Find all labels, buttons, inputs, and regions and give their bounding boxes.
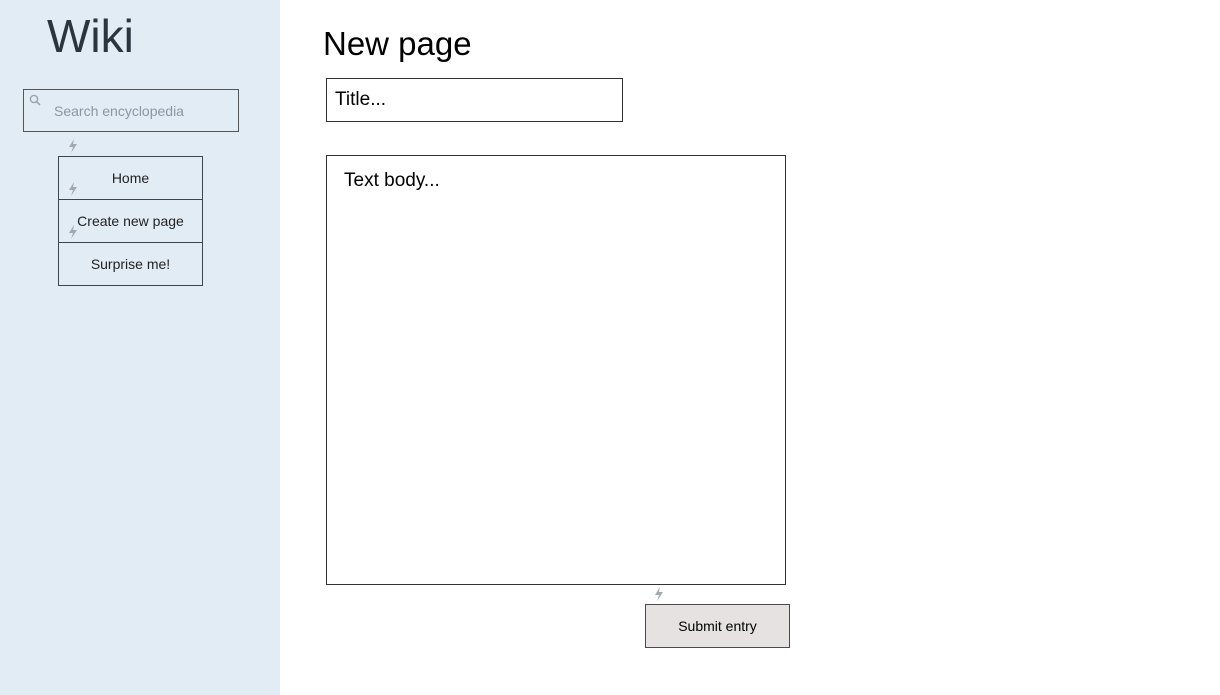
- bolt-icon: [69, 139, 77, 153]
- bolt-icon: [69, 182, 77, 196]
- sidebar-item-create-new-page[interactable]: Create new page: [58, 199, 203, 243]
- bolt-icon: [69, 225, 77, 239]
- bolt-icon: [655, 587, 663, 601]
- sidebar-item-home[interactable]: Home: [58, 156, 203, 200]
- body-textarea[interactable]: [326, 155, 786, 585]
- sidebar-item-surprise-me[interactable]: Surprise me!: [58, 242, 203, 286]
- site-brand: Wiki: [47, 10, 134, 62]
- search-icon: [29, 94, 41, 106]
- title-input[interactable]: [326, 78, 623, 122]
- search-input[interactable]: [54, 90, 234, 131]
- submit-entry-button[interactable]: Submit entry: [645, 604, 790, 648]
- search-box[interactable]: [23, 89, 239, 132]
- page-title: New page: [323, 25, 472, 62]
- sidebar: Wiki Home Create new page Surprise me!: [0, 0, 280, 695]
